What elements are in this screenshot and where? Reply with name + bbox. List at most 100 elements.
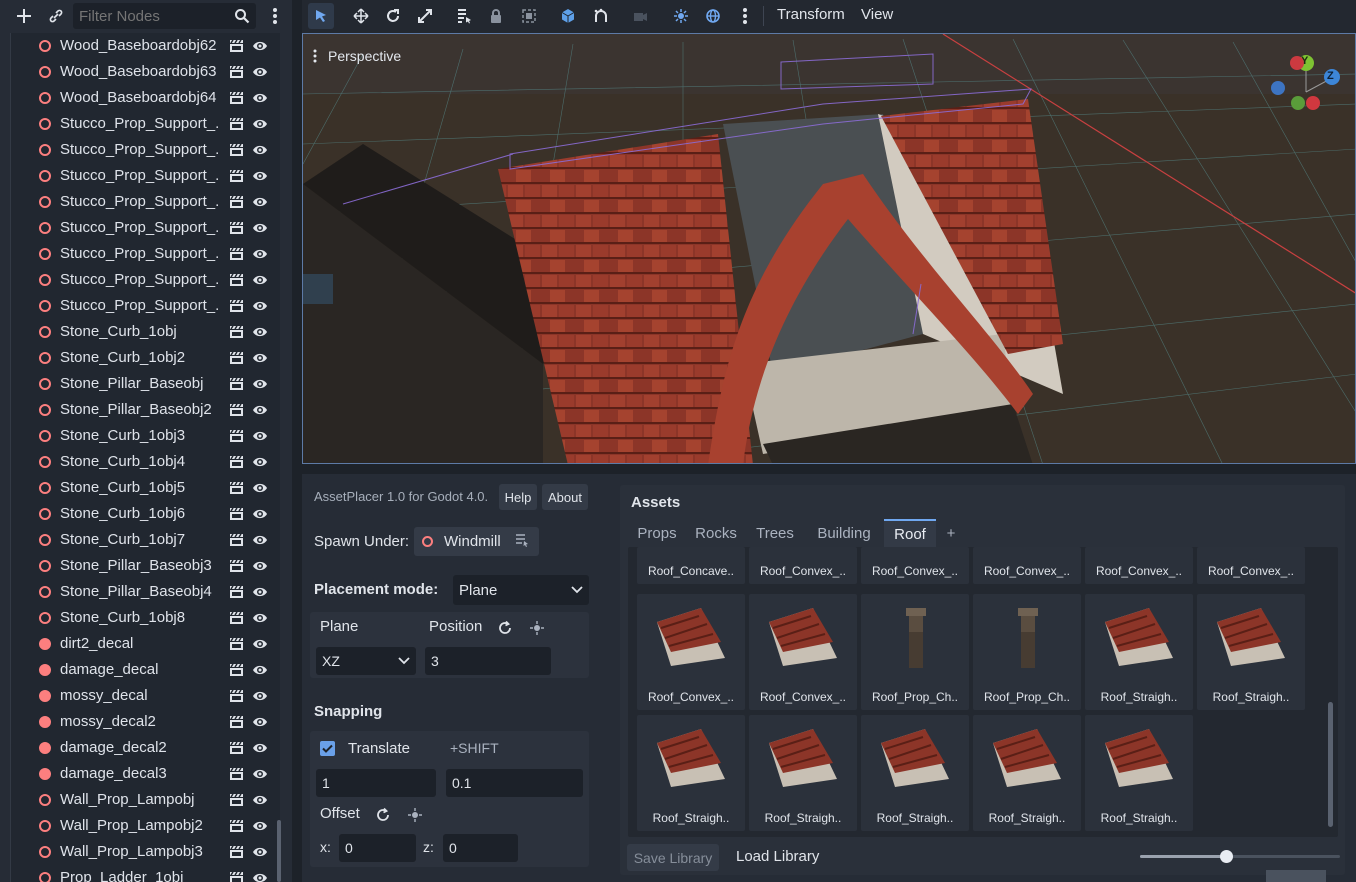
visibility-eye-icon[interactable] — [252, 585, 268, 602]
viewport-more-icon[interactable] — [732, 3, 758, 29]
scene-tree-row[interactable]: damage_decal3 — [10, 761, 280, 787]
open-scene-icon[interactable] — [229, 377, 244, 394]
visibility-eye-icon[interactable] — [252, 819, 268, 836]
scene-tree-row[interactable]: mossy_decal2 — [10, 709, 280, 735]
open-scene-icon[interactable] — [229, 403, 244, 420]
scene-tree-row[interactable]: Stone_Pillar_Baseobj3 — [10, 553, 280, 579]
open-scene-icon[interactable] — [229, 689, 244, 706]
visibility-eye-icon[interactable] — [252, 533, 268, 550]
open-scene-icon[interactable] — [229, 247, 244, 264]
asset-tile[interactable]: Roof_Convex_.. — [973, 547, 1081, 584]
scene-tree-row[interactable]: Stone_Curb_1obj3 — [10, 423, 280, 449]
visibility-eye-icon[interactable] — [252, 507, 268, 524]
open-scene-icon[interactable] — [229, 767, 244, 784]
visibility-eye-icon[interactable] — [252, 299, 268, 316]
tab-props[interactable]: Props — [630, 519, 684, 547]
scene-tree-row[interactable]: Stucco_Prop_Support_... — [10, 189, 280, 215]
scene-tree-row[interactable]: Wood_Baseboardobj63 — [10, 59, 280, 85]
asset-tile[interactable]: Roof_Prop_Ch.. — [861, 594, 969, 710]
plane-select[interactable]: XZ — [316, 647, 416, 675]
open-scene-icon[interactable] — [229, 533, 244, 550]
axis-gizmo[interactable]: Y Z — [1270, 52, 1346, 116]
asset-tile[interactable]: Roof_Convex_.. — [1085, 547, 1193, 584]
open-scene-icon[interactable] — [229, 481, 244, 498]
open-scene-icon[interactable] — [229, 117, 244, 134]
scene-tree-scrollbar[interactable] — [277, 820, 281, 882]
scene-tree-row[interactable]: Stone_Curb_1obj5 — [10, 475, 280, 501]
asset-tile[interactable]: Roof_Convex_.. — [749, 594, 857, 710]
translate-snap-input[interactable]: 1 — [316, 769, 436, 797]
scene-tree-row[interactable]: Stucco_Prop_Support_... — [10, 137, 280, 163]
scene-tree-row[interactable]: Wall_Prop_Lampobj — [10, 787, 280, 813]
scene-tree-row[interactable]: Stone_Pillar_Baseobj4 — [10, 579, 280, 605]
visibility-eye-icon[interactable] — [252, 195, 268, 212]
open-scene-icon[interactable] — [229, 273, 244, 290]
visibility-eye-icon[interactable] — [252, 611, 268, 628]
scene-tree-row[interactable]: Wood_Baseboardobj64 — [10, 85, 280, 111]
transform-menu[interactable]: Transform — [777, 6, 845, 23]
asset-grid-scrollbar[interactable] — [1328, 702, 1333, 827]
asset-tile[interactable]: Roof_Convex_.. — [861, 547, 969, 584]
sun-icon[interactable] — [668, 3, 694, 29]
open-scene-icon[interactable] — [229, 507, 244, 524]
scene-tree-row[interactable]: dirt2_decal — [10, 631, 280, 657]
asset-tile[interactable]: Roof_Straigh.. — [1197, 594, 1305, 710]
asset-tile[interactable]: Roof_Straigh.. — [861, 715, 969, 831]
3d-viewport[interactable] — [302, 33, 1356, 464]
rotate-tool-icon[interactable] — [380, 3, 406, 29]
asset-tile[interactable]: Roof_Straigh.. — [1085, 594, 1193, 710]
open-scene-icon[interactable] — [229, 429, 244, 446]
visibility-eye-icon[interactable] — [252, 455, 268, 472]
visibility-eye-icon[interactable] — [252, 481, 268, 498]
scene-tree-row[interactable]: damage_decal2 — [10, 735, 280, 761]
scene-tree-row[interactable]: Stone_Curb_1obj4 — [10, 449, 280, 475]
filter-nodes-input[interactable] — [73, 3, 256, 29]
open-scene-icon[interactable] — [229, 169, 244, 186]
visibility-eye-icon[interactable] — [252, 273, 268, 290]
link-icon[interactable] — [43, 3, 69, 29]
scene-tree-row[interactable]: Stucco_Prop_Support_... — [10, 215, 280, 241]
filter-nodes-field[interactable] — [73, 3, 223, 29]
open-scene-icon[interactable] — [229, 195, 244, 212]
open-scene-icon[interactable] — [229, 91, 244, 108]
tab-rocks[interactable]: Rocks — [688, 519, 744, 547]
open-scene-icon[interactable] — [229, 637, 244, 654]
environment-icon[interactable] — [700, 3, 726, 29]
list-select-icon[interactable] — [451, 3, 477, 29]
scene-tree-row[interactable]: Stone_Curb_1obj8 — [10, 605, 280, 631]
visibility-eye-icon[interactable] — [252, 689, 268, 706]
visibility-eye-icon[interactable] — [252, 403, 268, 420]
scene-tree-row[interactable]: mossy_decal — [10, 683, 280, 709]
asset-tile[interactable]: Roof_Convex_.. — [1197, 547, 1305, 584]
scene-tree-row[interactable]: Stone_Curb_1obj6 — [10, 501, 280, 527]
open-scene-icon[interactable] — [229, 715, 244, 732]
move-tool-icon[interactable] — [348, 3, 374, 29]
add-node-icon[interactable] — [11, 3, 37, 29]
scene-tree-row[interactable]: damage_decal — [10, 657, 280, 683]
asset-tile[interactable]: Roof_Convex_.. — [637, 594, 745, 710]
open-scene-icon[interactable] — [229, 871, 244, 882]
visibility-eye-icon[interactable] — [252, 325, 268, 342]
pick-offset-icon[interactable] — [407, 807, 423, 826]
visibility-eye-icon[interactable] — [252, 793, 268, 810]
scene-tree-row[interactable]: Stucco_Prop_Support_... — [10, 163, 280, 189]
dock-resize-handle[interactable] — [1266, 870, 1326, 882]
visibility-eye-icon[interactable] — [252, 117, 268, 134]
add-tab-button[interactable]: + — [938, 519, 964, 547]
scene-tree-row[interactable]: Stone_Pillar_Baseobj — [10, 371, 280, 397]
more-options-icon[interactable] — [262, 3, 288, 29]
save-library-button[interactable]: Save Library — [627, 844, 719, 871]
open-scene-icon[interactable] — [229, 741, 244, 758]
open-scene-icon[interactable] — [229, 143, 244, 160]
scale-tool-icon[interactable] — [412, 3, 438, 29]
scene-tree-row[interactable]: Wall_Prop_Lampobj3 — [10, 839, 280, 865]
open-scene-icon[interactable] — [229, 455, 244, 472]
open-scene-icon[interactable] — [229, 793, 244, 810]
asset-tile[interactable]: Roof_Straigh.. — [637, 715, 745, 831]
position-input[interactable]: 3 — [425, 647, 551, 675]
scene-tree-row[interactable]: Stucco_Prop_Support_... — [10, 111, 280, 137]
placement-mode-select[interactable]: Plane — [453, 575, 589, 605]
open-scene-icon[interactable] — [229, 325, 244, 342]
visibility-eye-icon[interactable] — [252, 247, 268, 264]
about-button[interactable]: About — [542, 484, 588, 510]
